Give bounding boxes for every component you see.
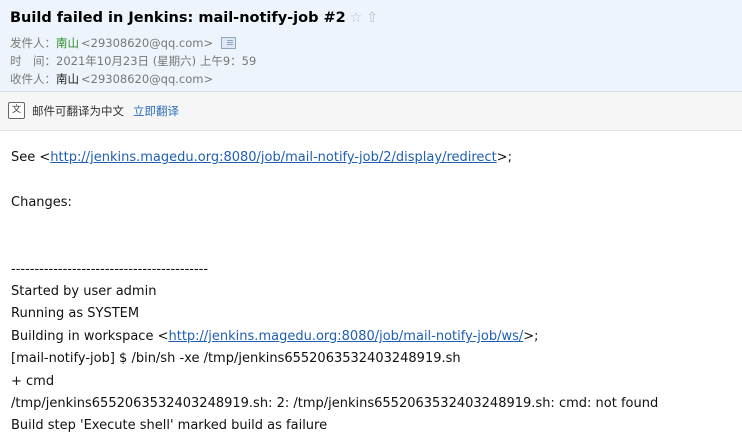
sender-address: <29308620@qq.com> [81, 36, 214, 50]
to-row: 收件人： 南山 <29308620@qq.com> [10, 71, 213, 87]
separator-line: ----------------------------------------… [11, 262, 209, 277]
plus-cmd-line: + cmd [11, 374, 55, 389]
email-subject: Build failed in Jenkins: mail-notify-job… [10, 10, 378, 26]
not-found-line: /tmp/jenkins6552063532403248919.sh: 2: /… [11, 396, 659, 411]
workspace-prefix: Building in workspace < [11, 329, 169, 344]
workspace-suffix: >; [523, 329, 539, 344]
translate-icon: 文 [8, 102, 25, 119]
redirect-link[interactable]: http://jenkins.magedu.org:8080/job/mail-… [50, 150, 496, 165]
to-label: 收件人： [10, 72, 56, 86]
workspace-link[interactable]: http://jenkins.magedu.org:8080/job/mail-… [168, 329, 523, 344]
sender-name[interactable]: 南山 [56, 35, 79, 51]
build-failure-line: Build step 'Execute shell' marked build … [11, 418, 328, 433]
workspace-line: Building in workspace <http://jenkins.ma… [11, 328, 539, 346]
time-label: 时 间： [10, 54, 56, 68]
from-label: 发件人： [10, 36, 56, 50]
shell-command-line: [mail-notify-job] $ /bin/sh -xe /tmp/jen… [11, 351, 461, 366]
started-by-line: Started by user admin [11, 284, 157, 299]
from-row: 发件人： 南山 <29308620@qq.com> [10, 35, 237, 51]
star-icon[interactable]: ☆ [350, 10, 363, 26]
contact-card-icon[interactable] [221, 37, 237, 49]
recipient-address: <29308620@qq.com> [81, 72, 214, 86]
subject-text: Build failed in Jenkins: mail-notify-job… [10, 10, 346, 26]
translate-now-link[interactable]: 立即翻译 [133, 103, 179, 119]
see-suffix: >; [496, 150, 512, 165]
flag-icon[interactable]: ⇧ [366, 10, 378, 26]
see-prefix: See < [11, 150, 51, 165]
changes-heading: Changes: [11, 195, 72, 210]
recipient-name[interactable]: 南山 [56, 71, 79, 87]
time-row: 时 间： 2021年10月23日 (星期六) 上午9：59 [10, 53, 256, 69]
translate-notice: 邮件可翻译为中文 [32, 104, 124, 118]
see-line: See <http://jenkins.magedu.org:8080/job/… [11, 149, 512, 167]
running-as-line: Running as SYSTEM [11, 306, 140, 321]
time-value: 2021年10月23日 (星期六) 上午9：59 [56, 54, 257, 68]
